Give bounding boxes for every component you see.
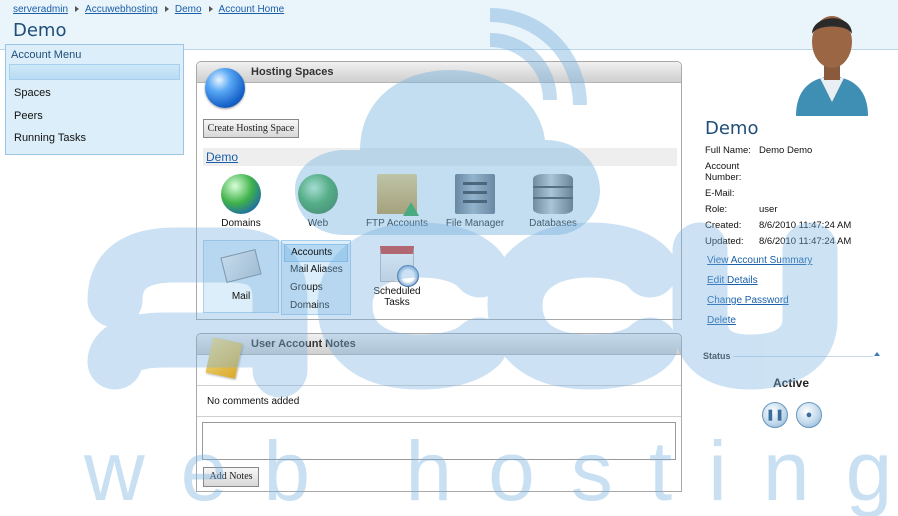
calendar-clock-icon bbox=[380, 246, 419, 287]
tool-mail-inner: Mail bbox=[204, 245, 278, 302]
globe-icon bbox=[205, 68, 245, 108]
database-icon bbox=[533, 174, 573, 214]
tool-scheduled-tasks[interactable]: Scheduled Tasks bbox=[367, 246, 427, 308]
mail-submenu-aliases[interactable]: Mail Aliases bbox=[284, 262, 348, 280]
menu-item-peers[interactable]: Peers bbox=[14, 110, 183, 133]
divider bbox=[197, 416, 681, 417]
tool-mail-label: Mail bbox=[231, 291, 251, 302]
tool-file-manager[interactable]: File Manager bbox=[441, 174, 509, 229]
info-value: Demo Demo bbox=[759, 145, 813, 156]
notes-empty-text: No comments added bbox=[207, 396, 300, 407]
info-label: Updated: bbox=[705, 236, 744, 247]
mail-envelope-icon bbox=[220, 249, 262, 283]
view-account-summary-link[interactable]: View Account Summary bbox=[707, 255, 812, 266]
change-password-link[interactable]: Change Password bbox=[707, 295, 789, 306]
breadcrumb-arrow-icon bbox=[208, 6, 213, 13]
hosting-spaces-title: Hosting Spaces bbox=[251, 66, 334, 78]
tool-file-manager-label: File Manager bbox=[445, 218, 505, 229]
hosting-spaces-header: Hosting Spaces bbox=[197, 62, 681, 83]
tool-ftp-label: FTP Accounts bbox=[365, 218, 429, 229]
stop-button[interactable]: ● bbox=[796, 402, 822, 428]
stop-icon: ● bbox=[805, 409, 813, 421]
add-notes-button[interactable]: Add Notes bbox=[203, 467, 259, 487]
account-menu-band bbox=[9, 64, 180, 80]
tool-databases[interactable]: Databases bbox=[523, 174, 583, 229]
notes-title: User Account Notes bbox=[251, 338, 356, 350]
web-globe-icon bbox=[298, 174, 338, 214]
tool-ftp-accounts[interactable]: FTP Accounts bbox=[363, 174, 431, 229]
page-header: serveradmin Accuwebhosting Demo Account Hom… bbox=[0, 0, 898, 50]
collapse-caret-icon[interactable] bbox=[874, 352, 880, 356]
hosting-spaces-panel: Hosting Spaces Create Hosting Space Demo… bbox=[196, 61, 682, 320]
info-label: E-Mail: bbox=[705, 188, 735, 199]
info-label: Role: bbox=[705, 204, 728, 215]
tool-domains[interactable]: Domains bbox=[215, 174, 267, 229]
menu-item-running-tasks[interactable]: Running Tasks bbox=[14, 132, 183, 155]
edit-details-link[interactable]: Edit Details bbox=[707, 275, 758, 286]
mail-submenu-groups[interactable]: Groups bbox=[284, 280, 348, 298]
breadcrumb-serveradmin[interactable]: serveradmin bbox=[13, 4, 68, 15]
info-label: Created: bbox=[705, 220, 742, 231]
breadcrumb-account-home[interactable]: Account Home bbox=[219, 4, 285, 15]
breadcrumb-demo[interactable]: Demo bbox=[175, 4, 202, 15]
file-cabinet-icon bbox=[455, 174, 495, 214]
notes-textarea[interactable] bbox=[202, 422, 676, 460]
mail-submenu-domains[interactable]: Domains bbox=[284, 298, 348, 316]
tool-scheduled-tasks-label: Scheduled Tasks bbox=[373, 286, 421, 308]
space-link-demo[interactable]: Demo bbox=[206, 150, 238, 164]
info-value: 8/6/2010 11:47:24 AM bbox=[759, 236, 852, 247]
account-menu-title: Account Menu bbox=[11, 49, 82, 61]
breadcrumb-accuwebhosting[interactable]: Accuwebhosting bbox=[85, 4, 158, 15]
info-value: user bbox=[759, 204, 778, 215]
breadcrumb: serveradmin Accuwebhosting Demo Account Hom… bbox=[13, 4, 284, 15]
account-menu: Account Menu Spaces Peers Running Tasks bbox=[5, 44, 184, 155]
status-value: Active bbox=[773, 376, 810, 390]
user-account-notes-panel: User Account Notes No comments added Add… bbox=[196, 333, 682, 492]
divider bbox=[197, 385, 681, 386]
mail-submenu-accounts[interactable]: Accounts bbox=[284, 244, 348, 262]
create-hosting-space-button[interactable]: Create Hosting Space bbox=[203, 119, 299, 138]
account-name: Demo bbox=[705, 118, 759, 139]
sticky-note-icon bbox=[205, 337, 243, 379]
user-avatar-icon bbox=[796, 16, 868, 116]
info-label: Full Name: bbox=[705, 145, 751, 156]
tool-databases-label: Databases bbox=[529, 218, 577, 229]
space-bar: Demo bbox=[203, 148, 677, 166]
pause-button[interactable]: ❚❚ bbox=[762, 402, 788, 428]
menu-item-spaces[interactable]: Spaces bbox=[14, 87, 183, 110]
tool-domains-label: Domains bbox=[221, 218, 261, 229]
breadcrumb-arrow-icon bbox=[75, 6, 80, 13]
info-value: 8/6/2010 11:47:24 AM bbox=[759, 220, 852, 231]
notes-header: User Account Notes bbox=[197, 334, 681, 355]
info-label: Account Number: bbox=[705, 161, 742, 183]
tool-web-label: Web bbox=[307, 218, 329, 229]
domains-globe-icon bbox=[221, 174, 261, 214]
pause-icon: ❚❚ bbox=[765, 409, 785, 421]
tool-mail[interactable]: Mail bbox=[203, 240, 279, 313]
delete-link[interactable]: Delete bbox=[707, 315, 736, 326]
mail-submenu: Accounts Mail Aliases Groups Domains bbox=[281, 240, 351, 315]
breadcrumb-arrow-icon bbox=[164, 6, 169, 13]
status-heading: Status bbox=[703, 351, 731, 361]
status-divider bbox=[733, 356, 873, 357]
tool-web[interactable]: Web bbox=[292, 174, 344, 229]
page-title: Demo bbox=[13, 20, 67, 41]
ftp-folder-icon bbox=[377, 174, 419, 216]
